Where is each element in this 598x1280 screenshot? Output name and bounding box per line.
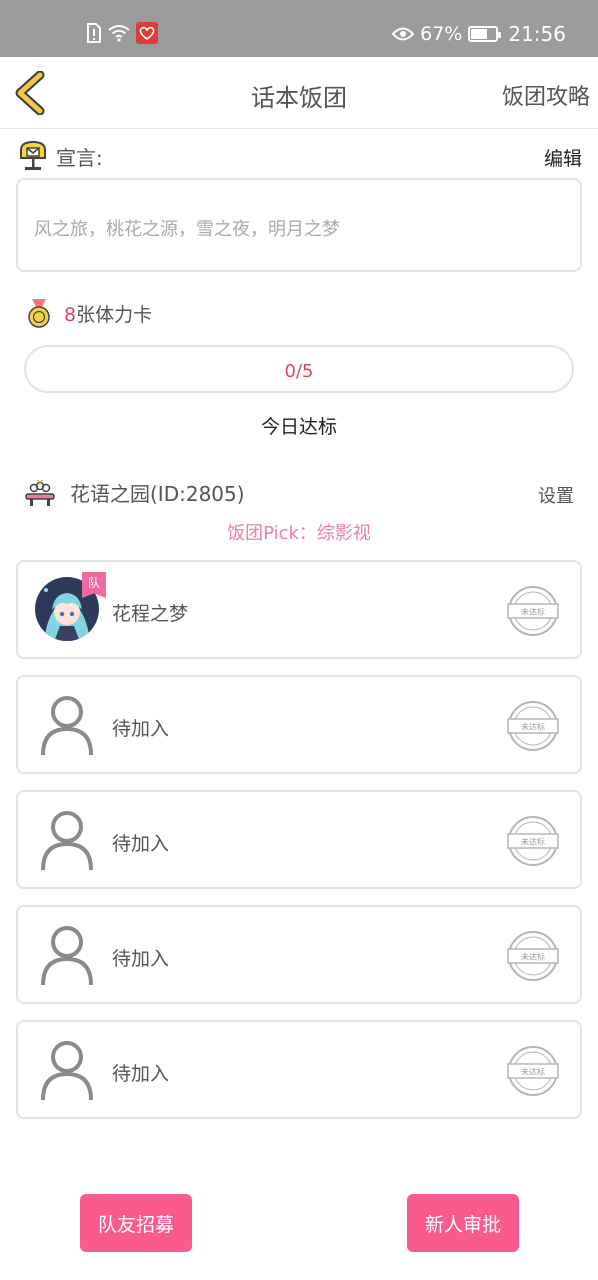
stamina-card-text: 8张体力卡 — [64, 300, 152, 327]
status-bar-left-icons — [86, 22, 158, 44]
member-name: 待加入 — [112, 718, 170, 740]
stamp-label: 未达标 — [521, 1067, 545, 1077]
member-card[interactable]: 队 花程之梦 未达标 — [16, 560, 582, 659]
medal-icon — [28, 299, 50, 328]
battery-percent: 67% — [420, 23, 463, 45]
clock-time: 21:56 — [508, 22, 566, 46]
group-pick-label: 饭团Pick：综影视 — [227, 523, 371, 544]
daily-goal-status: 今日达标 — [260, 416, 337, 438]
group-guide-link[interactable]: 饭团攻略 — [502, 79, 590, 111]
person-placeholder-icon — [41, 926, 93, 986]
stamina-card-row: 8张体力卡 — [26, 298, 152, 328]
group-header: 花语之园(ID:2805) — [24, 478, 245, 507]
progress-text: 0/5 — [284, 361, 314, 382]
person-placeholder-icon — [41, 811, 93, 871]
edit-declaration-button[interactable]: 编辑 — [544, 144, 582, 171]
member-card[interactable]: 待加入 未达标 — [16, 905, 582, 1004]
member-card[interactable]: 待加入 未达标 — [16, 790, 582, 889]
stamp-label: 未达标 — [521, 722, 545, 732]
member-name: 待加入 — [112, 1063, 170, 1085]
eye-icon — [392, 27, 415, 41]
stamina-progress-bar: 0/5 — [24, 345, 574, 393]
group-settings-button[interactable]: 设置 — [538, 482, 574, 508]
declaration-text-box[interactable]: 风之旅，桃花之源，雪之夜，明月之梦 — [16, 178, 582, 272]
app-notification-icon — [136, 22, 158, 44]
not-reached-stamp-icon: 未达标 — [507, 701, 559, 751]
nav-bar: 话本饭团 饭团攻略 — [0, 57, 598, 129]
battery-level-fill — [471, 29, 488, 39]
member-name: 待加入 — [112, 948, 170, 970]
group-name: 花语之园(ID:2805) — [70, 482, 245, 506]
declaration-label: 宣言: — [56, 145, 103, 170]
not-reached-stamp-icon: 未达标 — [507, 816, 559, 866]
person-placeholder-icon — [41, 1041, 93, 1101]
declaration-header: 宣言: — [18, 140, 103, 172]
new-member-review-button[interactable]: 新人审批 — [407, 1194, 519, 1252]
not-reached-stamp-icon: 未达标 — [507, 1046, 559, 1096]
not-reached-stamp-icon: 未达标 — [507, 931, 559, 981]
status-bar-right: 67% 21:56 — [392, 22, 566, 46]
stamp-label: 未达标 — [521, 952, 545, 962]
battery-icon — [468, 26, 502, 42]
mailbox-icon — [20, 140, 46, 170]
stamp-label: 未达标 — [521, 607, 545, 617]
person-placeholder-icon — [41, 696, 93, 756]
stamp-label: 未达标 — [521, 837, 545, 847]
wifi-icon — [108, 25, 130, 42]
member-name: 花程之梦 — [112, 603, 189, 625]
member-name: 待加入 — [112, 833, 170, 855]
not-reached-stamp-icon: 未达标 — [507, 586, 559, 636]
stamina-card-label: 张体力卡 — [76, 303, 153, 326]
status-bar: 67% 21:56 — [0, 0, 598, 57]
group-table-icon — [25, 478, 55, 506]
stamina-card-count: 8 — [64, 303, 77, 326]
member-card[interactable]: 待加入 未达标 — [16, 1020, 582, 1119]
sim-alert-icon — [87, 23, 101, 43]
member-card[interactable]: 待加入 未达标 — [16, 675, 582, 774]
recruit-teammates-button[interactable]: 队友招募 — [80, 1194, 192, 1252]
